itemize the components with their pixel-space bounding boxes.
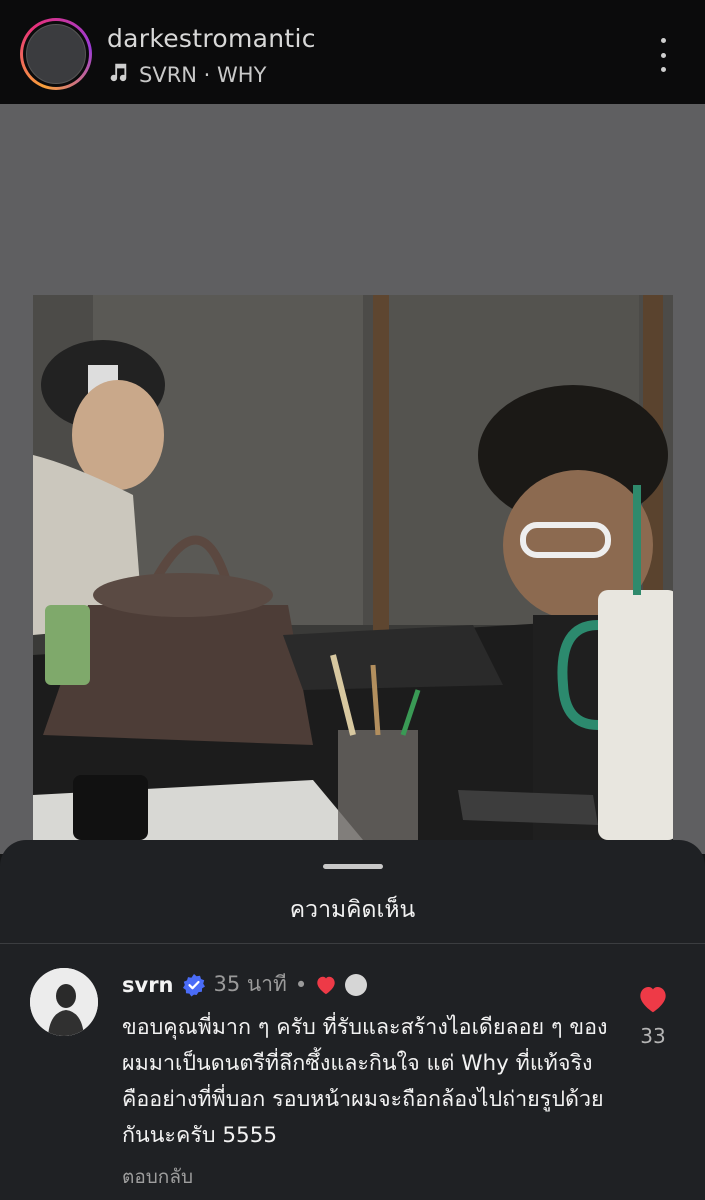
reply-button[interactable]: ตอบกลับ — [122, 1162, 193, 1192]
heart-icon — [637, 984, 669, 1014]
sheet-drag-handle[interactable] — [323, 864, 383, 869]
more-vertical-icon[interactable] — [650, 38, 676, 72]
music-label: SVRN · WHY — [139, 62, 267, 87]
divider — [0, 943, 705, 944]
verified-badge-icon — [182, 973, 206, 997]
like-count: 33 — [640, 1024, 666, 1048]
comment-text: ขอบคุณพี่มาก ๆ ครับ ที่รับและสร้างไอเดีย… — [122, 1015, 608, 1148]
separator: • — [294, 972, 308, 997]
music-note-icon — [107, 61, 129, 88]
story-username[interactable]: darkestromantic — [107, 24, 316, 53]
music-info[interactable]: SVRN · WHY — [107, 61, 266, 88]
comment-header: svrn 35 นาที • — [122, 968, 368, 1001]
story-header: darkestromantic SVRN · WHY — [0, 0, 705, 104]
profile-avatar[interactable] — [20, 18, 92, 90]
comments-sheet: ความคิดเห็น svrn 35 นาที • ขอบคุณพี่มาก … — [0, 840, 705, 1200]
comment-time: 35 นาที — [213, 972, 287, 996]
story-photo — [33, 295, 673, 840]
comment-username[interactable]: svrn — [122, 973, 174, 997]
reactor-avatar — [345, 973, 368, 996]
sheet-title: ความคิดเห็น — [289, 897, 416, 923]
like-button[interactable]: 33 — [632, 984, 674, 1048]
heart-icon — [315, 974, 337, 996]
comment-avatar[interactable] — [30, 968, 98, 1036]
